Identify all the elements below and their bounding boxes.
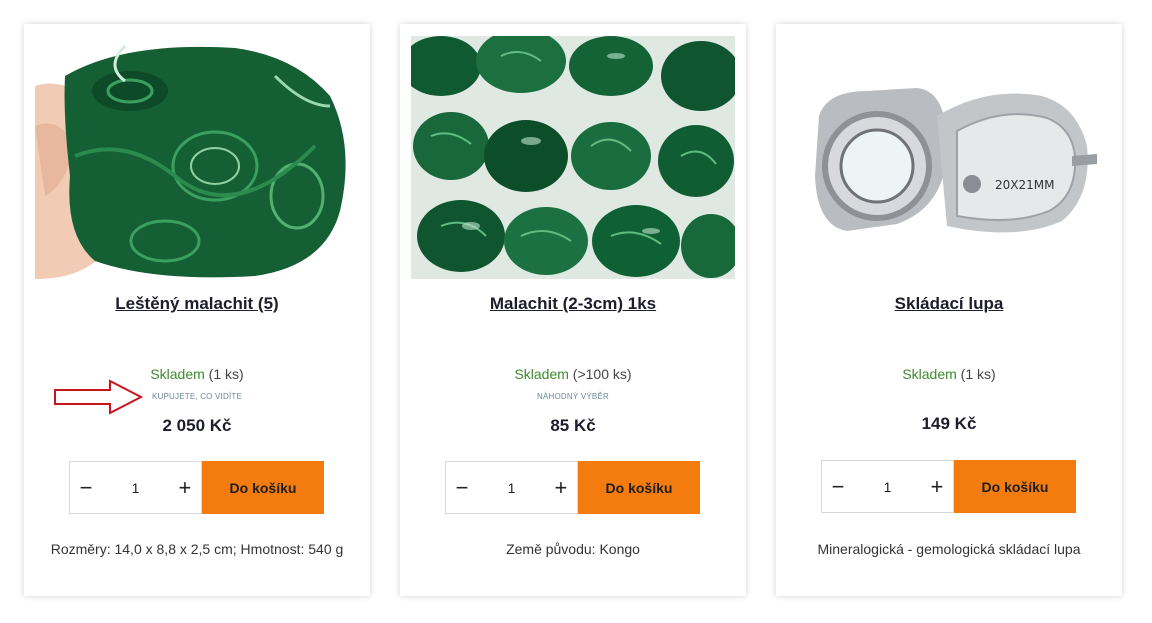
- product-title[interactable]: Skládací lupa: [776, 294, 1122, 314]
- product-card: 20X21MM Skládací lupa Skladem (1 ks) 149…: [776, 24, 1122, 596]
- buy-controls: − 1 + Do košíku: [821, 460, 1076, 513]
- quantity-stepper: − 1 +: [821, 460, 954, 513]
- polished-malachite-image: [35, 36, 359, 279]
- product-description: Rozměry: 14,0 x 8,8 x 2,5 cm; Hmotnost: …: [50, 541, 344, 557]
- stock-quantity: (1 ks): [208, 366, 244, 382]
- stock-info: Skladem (1 ks): [776, 366, 1122, 382]
- stock-quantity: (>100 ks): [572, 366, 632, 382]
- stock-quantity: (1 ks): [960, 366, 996, 382]
- increase-quantity-button[interactable]: +: [921, 461, 953, 512]
- product-card: Malachit (2-3cm) 1ks Skladem (>100 ks) N…: [400, 24, 746, 596]
- stock-status: Skladem: [902, 366, 957, 382]
- red-arrow-icon: [54, 379, 144, 415]
- quantity-input[interactable]: 1: [854, 479, 921, 495]
- folding-loupe-image: 20X21MM: [787, 36, 1111, 279]
- decrease-quantity-button[interactable]: −: [70, 462, 102, 513]
- product-price: 149 Kč: [921, 414, 977, 433]
- increase-quantity-button[interactable]: +: [545, 462, 577, 513]
- add-to-cart-button[interactable]: Do košíku: [201, 461, 324, 514]
- quantity-input[interactable]: 1: [478, 480, 545, 496]
- product-image[interactable]: 20X21MM: [787, 36, 1111, 279]
- tumbled-malachite-image: [411, 36, 735, 279]
- product-image[interactable]: [411, 36, 735, 279]
- stock-status: Skladem: [150, 366, 205, 382]
- stock-status: Skladem: [514, 366, 569, 382]
- product-price: 2 050 Kč: [162, 416, 232, 435]
- increase-quantity-button[interactable]: +: [169, 462, 201, 513]
- product-card: Leštěný malachit (5) Skladem (1 ks) KUPU…: [24, 24, 370, 596]
- product-title[interactable]: Leštěný malachit (5): [24, 294, 370, 314]
- product-price: 85 Kč: [550, 416, 596, 435]
- stock-info: Skladem (>100 ks): [400, 366, 746, 382]
- add-to-cart-button[interactable]: Do košíku: [953, 460, 1076, 513]
- decrease-quantity-button[interactable]: −: [446, 462, 478, 513]
- buy-controls: − 1 + Do košíku: [445, 461, 700, 514]
- product-description: Země původu: Kongo: [506, 541, 640, 557]
- quantity-stepper: − 1 +: [69, 461, 202, 514]
- buy-controls: − 1 + Do košíku: [69, 461, 324, 514]
- product-image[interactable]: [35, 36, 359, 279]
- decrease-quantity-button[interactable]: −: [822, 461, 854, 512]
- quantity-stepper: − 1 +: [445, 461, 578, 514]
- loupe-label: 20X21MM: [995, 178, 1054, 192]
- product-note: NÁHODNÝ VÝBĚR: [537, 392, 609, 401]
- product-description: Mineralogická - gemologická skládací lup…: [817, 541, 1081, 557]
- quantity-input[interactable]: 1: [102, 480, 169, 496]
- add-to-cart-button[interactable]: Do košíku: [577, 461, 700, 514]
- product-title[interactable]: Malachit (2-3cm) 1ks: [400, 294, 746, 314]
